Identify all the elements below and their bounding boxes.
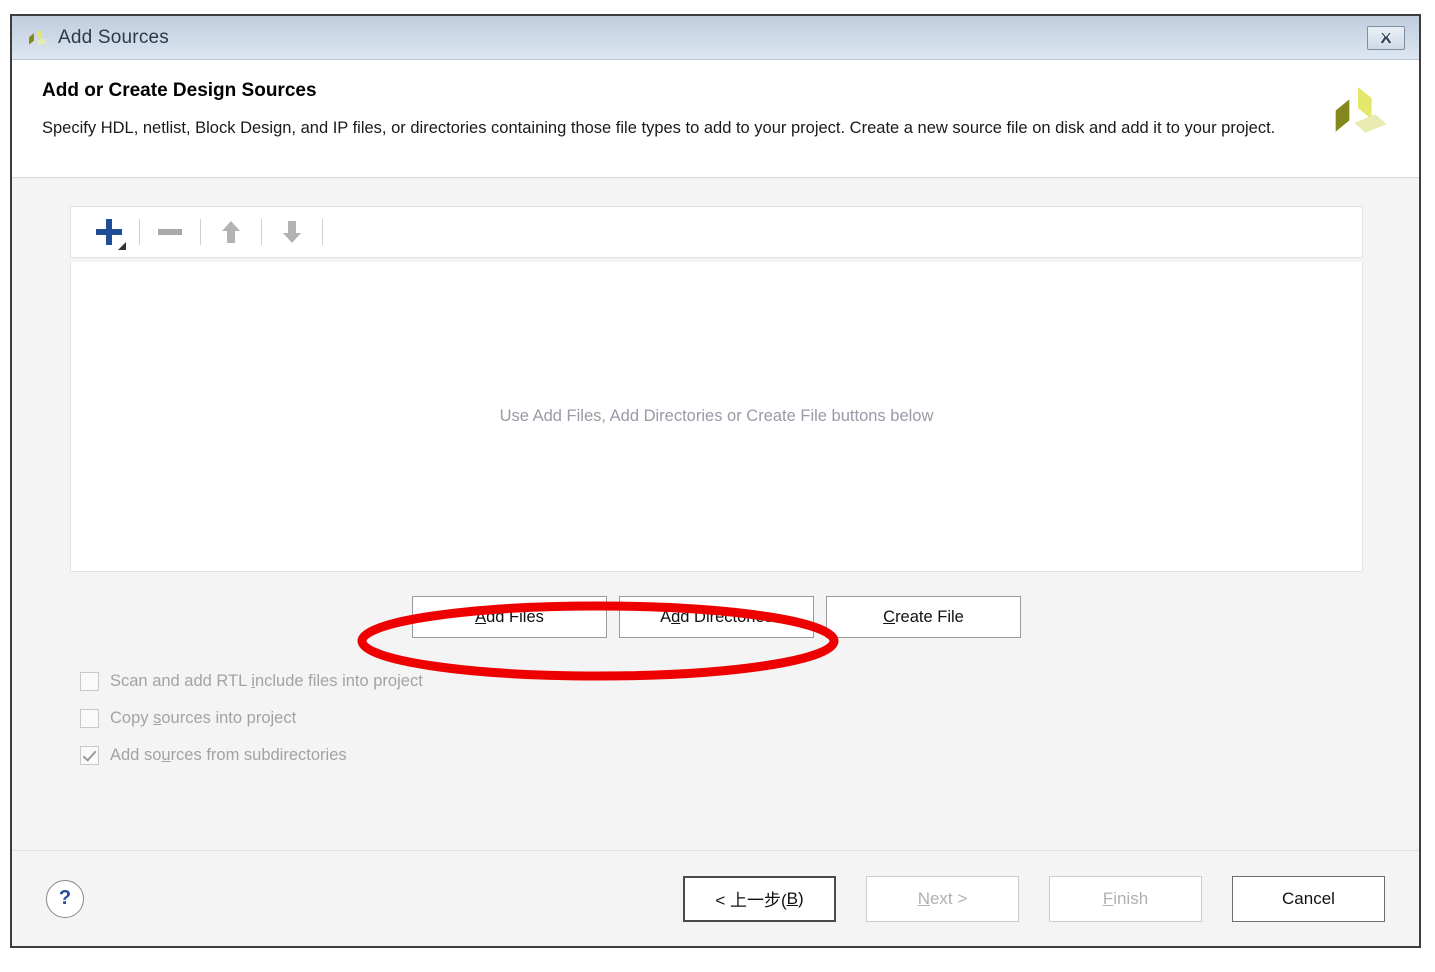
add-files-button[interactable]: Add Files: [412, 596, 607, 638]
create-file-label-post: reate File: [895, 608, 964, 627]
checkbox-box: [80, 672, 99, 691]
cancel-label: Cancel: [1282, 889, 1335, 909]
dropdown-caret-icon: [118, 242, 126, 250]
scan-rtl-include-checkbox[interactable]: Scan and add RTL include files into proj…: [80, 672, 1363, 691]
xilinx-logo-icon: [1325, 82, 1391, 144]
dialog-footer: ? < 上一步(B) Next > Finish Cancel: [12, 850, 1419, 946]
back-label-post: ): [798, 889, 804, 909]
finish-button: Finish: [1049, 876, 1202, 922]
toolbar-separator: [322, 219, 323, 245]
add-directories-button[interactable]: Add Directories: [619, 596, 814, 638]
sources-list[interactable]: Use Add Files, Add Directories or Create…: [70, 262, 1363, 572]
copy-sources-checkbox[interactable]: Copy sources into project: [80, 709, 1363, 728]
finish-mnemonic: F: [1103, 889, 1113, 909]
checkbox-box: [80, 709, 99, 728]
scan-rtl-post: nclude files into project: [255, 672, 423, 690]
minus-glyph: [158, 229, 182, 235]
back-label-pre: < 上一步(: [715, 886, 786, 911]
move-down-icon[interactable]: [270, 214, 314, 250]
remove-icon[interactable]: [148, 214, 192, 250]
screen: Add Sources Add or Create Design Sources…: [0, 0, 1435, 972]
copy-sources-post: ources into project: [161, 709, 296, 727]
add-files-label-post: dd Files: [486, 608, 544, 627]
back-mnemonic: B: [787, 889, 798, 909]
create-file-mnemonic: C: [883, 608, 895, 627]
add-subdirectories-checkbox[interactable]: Add sources from subdirectories: [80, 746, 1363, 765]
page-description: Specify HDL, netlist, Block Design, and …: [42, 116, 1292, 141]
add-directories-mnemonic: d: [671, 608, 680, 627]
next-button: Next >: [866, 876, 1019, 922]
toolbar-separator: [261, 219, 262, 245]
scan-rtl-include-label: Scan and add RTL include files into proj…: [110, 672, 423, 691]
dialog-body: Use Add Files, Add Directories or Create…: [12, 178, 1419, 850]
next-label-post: ext >: [930, 889, 967, 909]
dialog-header: Add or Create Design Sources Specify HDL…: [12, 60, 1419, 178]
add-icon[interactable]: [87, 214, 131, 250]
add-directories-label-post: d Directories: [680, 608, 773, 627]
toolbar-separator: [139, 219, 140, 245]
help-label: ?: [59, 887, 71, 910]
close-x-glyph: [1378, 31, 1394, 45]
add-files-mnemonic: A: [475, 608, 486, 627]
help-icon[interactable]: ?: [46, 880, 84, 918]
dialog-title: Add Sources: [58, 27, 1367, 49]
finish-label-post: inish: [1113, 889, 1148, 909]
add-subdirs-pre: Add so: [110, 746, 161, 764]
dialog-titlebar: Add Sources: [12, 16, 1419, 60]
sources-toolbar: [70, 206, 1363, 258]
source-options: Scan and add RTL include files into proj…: [70, 672, 1363, 765]
add-subdirs-post: rces from subdirectories: [171, 746, 347, 764]
next-mnemonic: N: [918, 889, 930, 909]
plus-glyph: [94, 217, 124, 247]
source-action-buttons: Add Files Add Directories Create File: [70, 596, 1363, 638]
checkbox-box-checked: [80, 746, 99, 765]
move-up-icon[interactable]: [209, 214, 253, 250]
sources-list-placeholder: Use Add Files, Add Directories or Create…: [500, 407, 934, 426]
xilinx-logo-icon: [26, 27, 48, 49]
add-subdirectories-label: Add sources from subdirectories: [110, 746, 347, 765]
copy-sources-pre: Copy: [110, 709, 153, 727]
close-icon[interactable]: [1367, 26, 1405, 50]
wizard-nav-buttons: < 上一步(B) Next > Finish Cancel: [683, 876, 1385, 922]
arrow-up-glyph: [220, 219, 242, 245]
back-button[interactable]: < 上一步(B): [683, 876, 836, 922]
add-directories-label-pre: A: [660, 608, 671, 627]
cancel-button[interactable]: Cancel: [1232, 876, 1385, 922]
arrow-down-glyph: [281, 219, 303, 245]
page-title: Add or Create Design Sources: [42, 80, 1389, 102]
toolbar-separator: [200, 219, 201, 245]
scan-rtl-pre: Scan and add RTL: [110, 672, 251, 690]
add-sources-dialog: Add Sources Add or Create Design Sources…: [10, 14, 1421, 948]
add-subdirs-mnemonic: u: [161, 746, 170, 764]
copy-sources-label: Copy sources into project: [110, 709, 296, 728]
create-file-button[interactable]: Create File: [826, 596, 1021, 638]
